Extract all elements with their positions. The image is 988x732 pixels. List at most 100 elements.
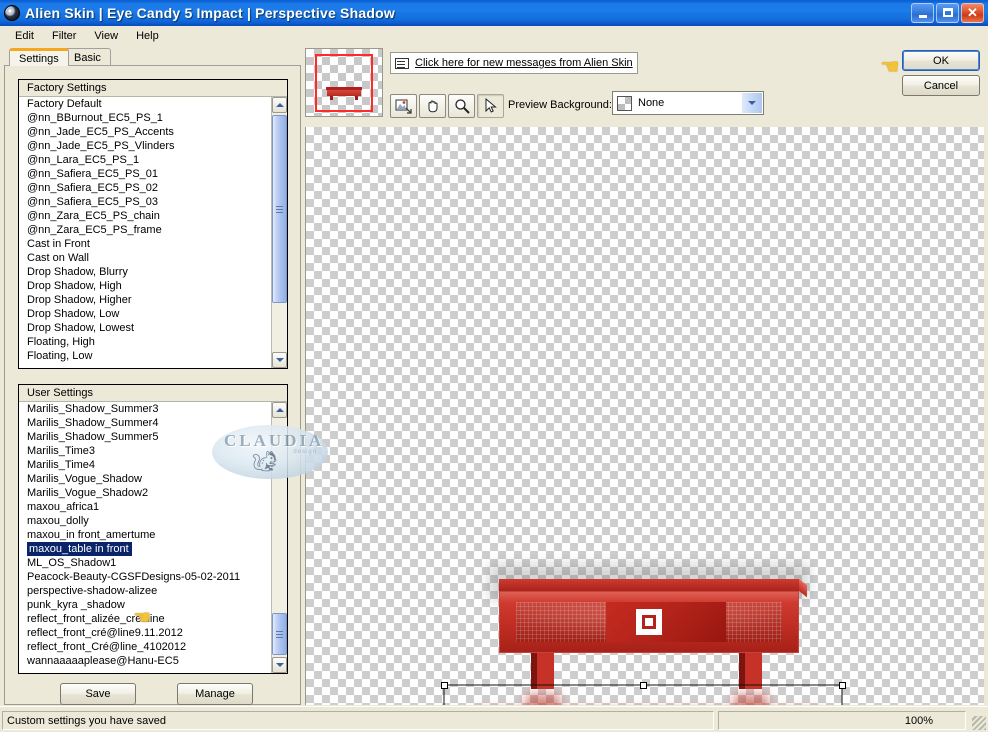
- list-item[interactable]: ML_OS_Shadow1: [19, 556, 271, 570]
- settings-panel-body: Factory Settings Factory Default @nn_BBu…: [4, 65, 301, 705]
- scrollbar-thumb[interactable]: [272, 115, 287, 303]
- menu-item-view[interactable]: View: [85, 28, 127, 44]
- list-item[interactable]: Cast on Wall: [19, 251, 271, 265]
- list-item[interactable]: maxou_in front_amertume: [19, 528, 271, 542]
- dropdown-button[interactable]: [742, 93, 762, 113]
- list-item[interactable]: Marilis_Time4: [19, 458, 271, 472]
- list-item[interactable]: Marilis_Shadow_Summer5: [19, 430, 271, 444]
- factory-settings-listbox[interactable]: Factory Settings Factory Default @nn_BBu…: [18, 79, 288, 369]
- list-item[interactable]: @nn_Lara_EC5_PS_1: [19, 153, 271, 167]
- user-settings-listbox[interactable]: User Settings Marilis_Shadow_Summer3 Mar…: [18, 384, 288, 674]
- list-item[interactable]: Floating, High: [19, 335, 271, 349]
- list-item[interactable]: Drop Shadow, Blurry: [19, 265, 271, 279]
- list-item[interactable]: @nn_Safiera_EC5_PS_02: [19, 181, 271, 195]
- scroll-down-button[interactable]: [272, 352, 287, 368]
- user-settings-scrollbar[interactable]: [271, 402, 287, 673]
- list-item[interactable]: Drop Shadow, High: [19, 279, 271, 293]
- chevron-up-icon: [275, 408, 284, 412]
- list-item[interactable]: Marilis_Time3: [19, 444, 271, 458]
- menu-item-filter[interactable]: Filter: [43, 28, 85, 44]
- list-item-selected[interactable]: maxou_table in front: [19, 542, 271, 556]
- maximize-icon: [942, 8, 953, 17]
- cancel-button[interactable]: Cancel: [902, 75, 980, 96]
- save-button[interactable]: Save: [60, 683, 136, 705]
- thumbnail-viewport-rect[interactable]: [315, 54, 373, 112]
- close-button[interactable]: ✕: [961, 2, 984, 23]
- scroll-up-button[interactable]: [272, 97, 287, 113]
- tab-settings[interactable]: Settings: [9, 48, 69, 66]
- status-bar: Custom settings you have saved 100%: [0, 706, 988, 732]
- perspective-handle-top-left[interactable]: [441, 682, 448, 689]
- alien-head-icon: [4, 4, 20, 21]
- list-item[interactable]: maxou_dolly: [19, 514, 271, 528]
- preview-canvas[interactable]: [305, 127, 984, 705]
- thumbnail-navigator[interactable]: [305, 48, 383, 117]
- manage-button[interactable]: Manage: [177, 683, 253, 705]
- chevron-down-icon: [275, 663, 284, 667]
- list-item[interactable]: perspective-shadow-alizee: [19, 584, 271, 598]
- list-item[interactable]: Floating, Low: [19, 349, 271, 363]
- scrollbar-thumb[interactable]: [272, 613, 287, 655]
- square-emblem-inner: [642, 615, 656, 629]
- preview-background-value: None: [638, 97, 665, 109]
- table-perforated-panel: [516, 602, 782, 642]
- envelope-icon: [395, 57, 409, 69]
- list-item[interactable]: Marilis_Vogue_Shadow2: [19, 486, 271, 500]
- list-item[interactable]: Marilis_Shadow_Summer3: [19, 402, 271, 416]
- list-item[interactable]: @nn_Jade_EC5_PS_Accents: [19, 125, 271, 139]
- perspective-handle-top-right[interactable]: [839, 682, 846, 689]
- list-item[interactable]: maxou_africa1: [19, 500, 271, 514]
- user-settings-items[interactable]: Marilis_Shadow_Summer3 Marilis_Shadow_Su…: [19, 402, 271, 673]
- scroll-up-button[interactable]: [272, 402, 287, 418]
- chevron-down-icon: [748, 101, 756, 105]
- factory-settings-items[interactable]: Factory Default @nn_BBurnout_EC5_PS_1 @n…: [19, 97, 271, 368]
- scroll-down-button[interactable]: [272, 657, 287, 673]
- list-item[interactable]: @nn_Zara_EC5_PS_frame: [19, 223, 271, 237]
- minimize-button[interactable]: [911, 2, 934, 23]
- list-item[interactable]: @nn_Safiera_EC5_PS_01: [19, 167, 271, 181]
- window-controls: ✕: [911, 2, 988, 23]
- list-item[interactable]: @nn_BBurnout_EC5_PS_1: [19, 111, 271, 125]
- hand-glyph: [428, 100, 437, 113]
- resize-preview-glyph: [395, 99, 412, 114]
- preview-background-select[interactable]: None: [612, 91, 764, 115]
- preview-artwork: [306, 127, 984, 705]
- zoom-magnifier-icon[interactable]: [448, 94, 475, 118]
- list-item[interactable]: Peacock-Beauty-CGSFDesigns-05-02-2011: [19, 570, 271, 584]
- perspective-handle-top-center[interactable]: [640, 682, 647, 689]
- list-item[interactable]: Marilis_Shadow_Summer4: [19, 416, 271, 430]
- grip-icon: [276, 630, 283, 638]
- chevron-up-icon: [275, 103, 284, 107]
- menu-bar: Edit Filter View Help: [0, 26, 988, 46]
- chevron-down-icon: [275, 358, 284, 362]
- list-item[interactable]: @nn_Zara_EC5_PS_chain: [19, 209, 271, 223]
- pointing-hand-cursor: ☛: [880, 54, 900, 79]
- transparent-checker-icon: [617, 95, 632, 111]
- list-item[interactable]: Marilis_Vogue_Shadow: [19, 472, 271, 486]
- resize-grip-icon[interactable]: [972, 716, 986, 730]
- new-messages-link[interactable]: Click here for new messages from Alien S…: [415, 57, 633, 69]
- list-item[interactable]: Drop Shadow, Higher: [19, 293, 271, 307]
- reflection-legs: [526, 694, 776, 705]
- list-item[interactable]: @nn_Safiera_EC5_PS_03: [19, 195, 271, 209]
- menu-item-help[interactable]: Help: [127, 28, 168, 44]
- table-leg-right: [739, 653, 762, 689]
- selected-preset-label: maxou_table in front: [27, 542, 132, 556]
- list-item[interactable]: @nn_Jade_EC5_PS_Vlinders: [19, 139, 271, 153]
- message-bar[interactable]: Click here for new messages from Alien S…: [390, 52, 638, 74]
- list-item[interactable]: Factory Default: [19, 97, 271, 111]
- factory-settings-scrollbar[interactable]: [271, 97, 287, 368]
- minimize-icon: [918, 14, 927, 18]
- list-item[interactable]: wannaaaaaplease@Hanu-EC5: [19, 654, 271, 668]
- list-item[interactable]: Cast in Front: [19, 237, 271, 251]
- list-item[interactable]: Drop Shadow, Lowest: [19, 321, 271, 335]
- menu-item-edit[interactable]: Edit: [6, 28, 43, 44]
- ok-button[interactable]: OK: [902, 50, 980, 71]
- arrow-select-icon[interactable]: [477, 94, 504, 118]
- list-item[interactable]: reflect_front_Cré@line_4102012: [19, 640, 271, 654]
- resize-preview-icon[interactable]: [390, 94, 417, 118]
- tab-basic[interactable]: Basic: [64, 48, 111, 66]
- maximize-button[interactable]: [936, 2, 959, 23]
- list-item[interactable]: Drop Shadow, Low: [19, 307, 271, 321]
- hand-pan-icon[interactable]: [419, 94, 446, 118]
